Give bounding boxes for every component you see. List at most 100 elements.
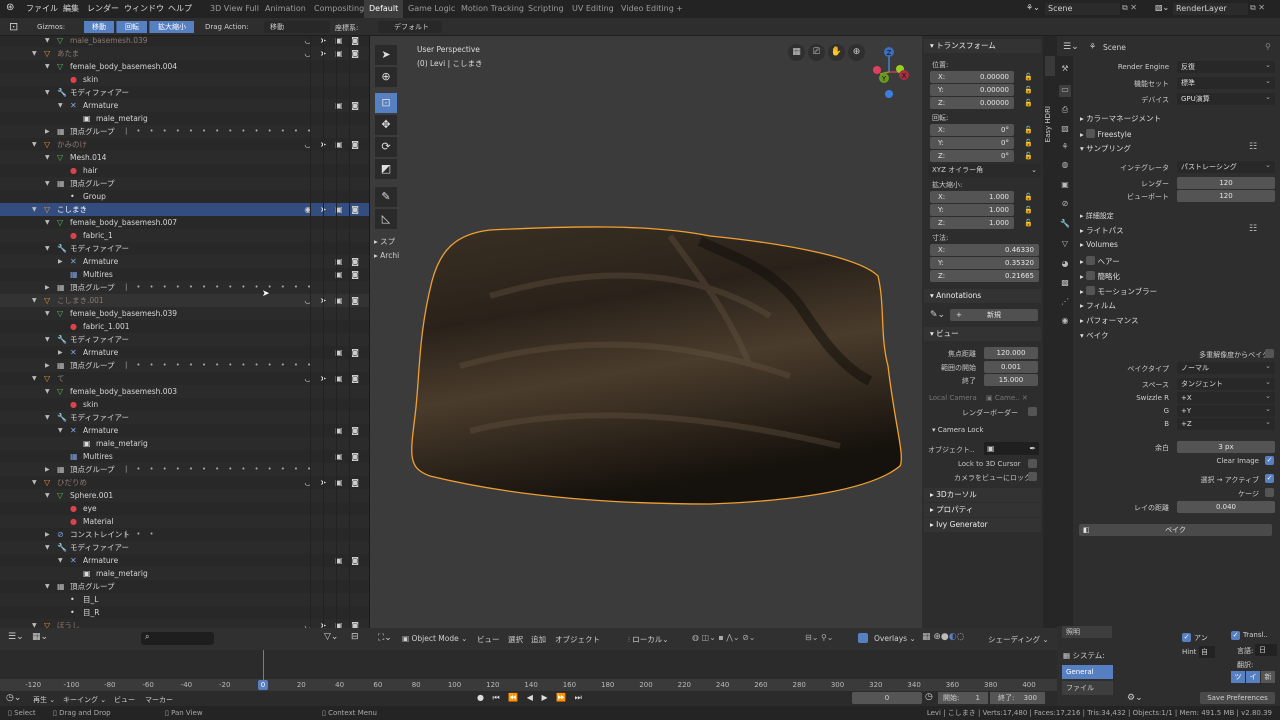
ivy-generator-panel-header[interactable]: ▸ Ivy Generator	[924, 518, 1041, 532]
lock-object-field[interactable]: ▣ ✒	[984, 442, 1039, 455]
preferences-menu-icon[interactable]: ⚙⌄	[1127, 693, 1143, 703]
outliner-row[interactable]: ▼ ▽ こしまき.001 ◡ ➤ ▣ ◙	[0, 294, 369, 307]
data-tab-icon[interactable]: ▽	[1059, 239, 1071, 251]
lock-icon[interactable]: 🔓	[1024, 126, 1033, 134]
sampling-presets-icon[interactable]: ☷	[1249, 142, 1257, 152]
outliner-row[interactable]: • 目_R	[0, 606, 369, 619]
render-layer-copy-close-icons[interactable]: ⧉ ✕	[1250, 3, 1265, 13]
outliner-row[interactable]: ● fabric_1.001	[0, 320, 369, 333]
expand-toggle-icon[interactable]: ▼	[45, 242, 50, 255]
modifier-tab-icon[interactable]: 🔧	[1059, 219, 1071, 231]
scene-tab-icon[interactable]: ⚘	[1059, 142, 1071, 154]
expand-toggle-icon[interactable]: ▼	[58, 99, 63, 112]
transform-tool-icon[interactable]: ⊡	[9, 20, 18, 33]
scene-icon[interactable]: ⚘⌄	[1026, 3, 1040, 12]
menu-help[interactable]: ヘルプ	[168, 3, 192, 14]
render-samples-field[interactable]: 120	[1177, 177, 1275, 189]
particles-tab-icon[interactable]: ⋰	[1059, 297, 1071, 309]
sidebar-tab-item[interactable]	[1045, 56, 1055, 76]
pref-general-tab[interactable]: General	[1062, 665, 1113, 679]
outliner-row[interactable]: ▣ male_metarig	[0, 567, 369, 580]
antialias-checkbox[interactable]: ✓	[1182, 633, 1191, 642]
light-paths-presets-icon[interactable]: ☷	[1249, 224, 1257, 234]
dim-y-field[interactable]: Y: 0.35320	[930, 257, 1039, 269]
light-paths-section[interactable]: ▸ ライトパス	[1080, 225, 1124, 236]
film-section[interactable]: ▸ フィルム	[1080, 300, 1116, 311]
annotate-pen-icon[interactable]: ✎⌄	[930, 310, 945, 320]
outliner-row[interactable]: ▦ Multires ▣ ◙	[0, 268, 369, 281]
editor-type-icon[interactable]: ◷⌄	[6, 693, 21, 703]
margin-field[interactable]: 3 px	[1177, 441, 1275, 453]
lock-icon[interactable]: 🔓	[1024, 152, 1033, 160]
visibility-toggles[interactable]: ◡ ➤ ▣ ◙	[304, 47, 362, 60]
expand-toggle-icon[interactable]: ▼	[45, 489, 50, 502]
display-mode-icon[interactable]: ▦⌄	[32, 632, 48, 642]
expand-toggle-icon[interactable]: ▼	[45, 541, 50, 554]
outliner-row[interactable]: ▼ ✕ Armature ▣ ◙	[0, 554, 369, 567]
bake-type-dropdown[interactable]: ノーマル	[1177, 360, 1275, 374]
outliner-row[interactable]: ● Material	[0, 515, 369, 528]
scl-y-field[interactable]: Y: 1.000	[930, 204, 1014, 216]
hair-checkbox[interactable]	[1086, 256, 1096, 265]
expand-toggle-icon[interactable]: ▼	[45, 216, 50, 229]
subitems-dots[interactable]: |••••••••••••••	[125, 281, 320, 294]
outliner-row[interactable]: ▼ 🔧 モディファイアー	[0, 541, 369, 554]
visibility-toggles[interactable]: ◉ ➤ ▣ ◙	[304, 203, 362, 216]
subitems-dots[interactable]: |••••••••••••••	[125, 125, 320, 138]
subitems-dots[interactable]: |••••••••••••••	[125, 463, 320, 476]
tab-compositing[interactable]: Compositing	[309, 0, 369, 18]
transform-orientation-dropdown[interactable]: ⫶ ローカル⌄	[628, 634, 669, 645]
lock-icon[interactable]: 🔓	[1024, 73, 1033, 81]
outliner-row[interactable]: ▼ ▽ ひだりめ ◡ ➤ ▣ ◙	[0, 476, 369, 489]
expand-toggle-icon[interactable]: ▼	[45, 36, 50, 47]
menu-add[interactable]: 追加	[531, 634, 546, 645]
shading-dropdown[interactable]: シェーディング ⌄	[988, 634, 1049, 645]
turban-mesh[interactable]	[370, 36, 922, 628]
outliner-row[interactable]: ▶ ✕ Armature ▣ ◙	[0, 255, 369, 268]
expand-toggle-icon[interactable]: ▼	[32, 372, 37, 385]
view-panel-header[interactable]: ▾ ビュー	[924, 327, 1041, 341]
outliner-row[interactable]: ▼ ▽ female_body_basemesh.007	[0, 216, 369, 229]
focal-length-field[interactable]: 120.000	[984, 347, 1038, 359]
annotations-panel-header[interactable]: ▾ Annotations	[924, 289, 1041, 303]
scene-field[interactable]: Scene	[1045, 3, 1120, 15]
cage-checkbox[interactable]	[1265, 488, 1274, 497]
expand-toggle-icon[interactable]: ▶	[58, 255, 63, 268]
integrator-dropdown[interactable]: パストレーシング	[1177, 159, 1275, 173]
dim-z-field[interactable]: Z: 0.21665	[930, 270, 1039, 282]
outliner-row[interactable]: ▼ ▽ male_basemesh.039 ◡ ➤ ▣ ◙	[0, 36, 369, 47]
transform-panel-header[interactable]: ▾ トランスフォーム	[924, 39, 1041, 53]
outliner-row[interactable]: ▶ ✕ Armature ▣ ◙	[0, 346, 369, 359]
menu-playback[interactable]: 再生 ⌄	[33, 695, 55, 705]
outliner-row[interactable]: ▼ ▽ あたま ◡ ➤ ▣ ◙	[0, 47, 369, 60]
performance-section[interactable]: ▸ パフォーマンス	[1080, 315, 1139, 326]
expand-toggle-icon[interactable]: ▶	[45, 528, 50, 541]
outliner-row[interactable]: ▼ ▽ て ◡ ➤ ▣ ◙	[0, 372, 369, 385]
outliner-row[interactable]: ▼ ▽ Sphere.001	[0, 489, 369, 502]
space-dropdown[interactable]: タンジェント	[1177, 376, 1275, 390]
render-layer-icon[interactable]: ▧⌄	[1155, 3, 1169, 12]
outliner-row[interactable]: ▼ 🔧 モディファイアー	[0, 411, 369, 424]
outliner-row[interactable]: ● skin	[0, 73, 369, 86]
expand-toggle-icon[interactable]: ▼	[45, 307, 50, 320]
texture-tab-icon[interactable]: ▩	[1059, 278, 1071, 290]
sampling-section[interactable]: ▾ サンプリング	[1080, 143, 1131, 154]
hair-section[interactable]: ▸ ヘアー	[1080, 255, 1120, 267]
lock-icon[interactable]: 🔓	[1024, 193, 1033, 201]
preview-range-icon[interactable]: ◷	[925, 692, 933, 702]
editor-type-icon[interactable]: ☰⌄	[1063, 42, 1079, 52]
simplify-checkbox[interactable]	[1086, 271, 1096, 280]
blender-logo-icon[interactable]: ⊛	[6, 2, 14, 13]
tab-motion-tracking[interactable]: Motion Tracking	[456, 0, 529, 18]
visibility-toggles[interactable]: ◡ ➤ ▣ ◙	[304, 294, 362, 307]
outliner-row[interactable]: • 目_L	[0, 593, 369, 606]
eyedropper-icon[interactable]: ✒	[1029, 442, 1036, 455]
render-layer-field[interactable]: RenderLayer	[1173, 3, 1248, 15]
visibility-toggles[interactable]: ◡ ➤ ▣ ◙	[304, 619, 362, 628]
tab-3d-view-full[interactable]: 3D View Full	[205, 0, 264, 18]
new-annotation-button[interactable]: + 新規	[950, 309, 1038, 321]
outliner-row[interactable]: ▼ 🔧 モディファイアー	[0, 86, 369, 99]
outliner-row[interactable]: ● eye	[0, 502, 369, 515]
outliner-row[interactable]: ● fabric_1	[0, 229, 369, 242]
scl-z-field[interactable]: Z: 1.000	[930, 217, 1014, 229]
